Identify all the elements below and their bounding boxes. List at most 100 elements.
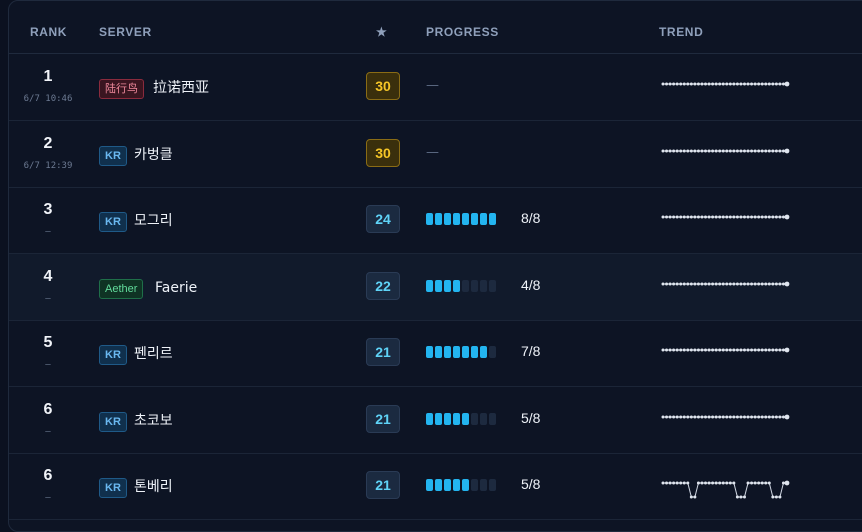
trend-point: [668, 415, 672, 418]
progress-segment: [435, 279, 442, 292]
trend-point: [728, 282, 732, 285]
progress-segment: [462, 346, 469, 358]
trend-point: [774, 82, 778, 86]
trend-point: [784, 214, 790, 220]
trend-point: [739, 82, 743, 86]
trend-point: [725, 348, 729, 352]
table-row[interactable]: 3 — KR 모그리 24 8/8: [9, 187, 862, 254]
trend-point: [668, 282, 672, 285]
trend-point: [679, 415, 683, 418]
trend-point: [661, 415, 665, 418]
trend-point: [732, 348, 736, 352]
trend-point: [767, 481, 771, 485]
trend-point: [686, 215, 690, 219]
trend-point: [718, 149, 722, 152]
server-name[interactable]: 카벙클: [134, 146, 173, 164]
trend-point: [778, 415, 782, 418]
trend-point: [686, 481, 690, 485]
trend-point: [696, 82, 700, 86]
trend-point: [735, 82, 739, 86]
trend-point: [742, 215, 746, 219]
trend-point: [714, 82, 718, 86]
rank-subtext: 6/7 12:39: [23, 160, 73, 171]
trend-point: [728, 149, 732, 152]
score-badge: 21: [366, 404, 400, 433]
rank-header[interactable]: RANK: [30, 25, 67, 39]
trend-point: [693, 149, 697, 152]
progress-segment: [453, 479, 460, 491]
trend-point: [668, 82, 672, 86]
trend-point: [711, 415, 715, 418]
trend-point: [753, 415, 757, 418]
trend-point: [714, 481, 718, 485]
table-row[interactable]: 6 — KR 초코보 21 5/8: [9, 387, 862, 454]
table-row[interactable]: 1 6/7 10:46 陆行鸟 拉诺西亚 30 —: [9, 54, 862, 121]
trend-point: [739, 282, 743, 285]
trend-point: [774, 215, 778, 219]
trend-point: [711, 481, 715, 485]
progress-segment: [462, 279, 469, 292]
server-name[interactable]: 초코보: [134, 412, 173, 430]
progress-segment: [489, 412, 496, 425]
trend-header[interactable]: TREND: [659, 25, 703, 39]
progress-segment: [462, 479, 469, 491]
trend-point: [760, 282, 764, 285]
table-row[interactable]: 5 — KR 펜리르 21 7/8: [9, 320, 862, 387]
trend-point: [767, 149, 771, 152]
rank-number: 3: [43, 201, 53, 218]
trend-point: [746, 282, 750, 285]
table-row[interactable]: 4 — Aether Faerie 22 4/8: [9, 253, 862, 321]
trend-point: [746, 215, 750, 219]
region-tag: KR: [99, 478, 127, 498]
trend-point: [771, 495, 775, 499]
rank-number: 6: [43, 467, 53, 484]
trend-point: [767, 348, 771, 352]
server-name[interactable]: 모그리: [134, 212, 173, 230]
trend-point: [679, 215, 683, 219]
trend-point: [784, 480, 790, 486]
table-row[interactable]: 2 6/7 12:39 KR 카벙클 30 —: [9, 121, 862, 188]
trend-point: [750, 348, 754, 352]
progress-segment: [435, 479, 442, 491]
server-name[interactable]: 톤베리: [134, 478, 173, 496]
progress-header[interactable]: PROGRESS: [426, 25, 499, 39]
progress-bar: [426, 412, 498, 426]
trend-point: [696, 348, 700, 352]
trend-point: [711, 348, 715, 352]
table-row[interactable]: 6 — KR 톤베리 21 5/8: [9, 453, 862, 520]
trend-point: [679, 282, 683, 285]
trend-point: [721, 348, 725, 352]
trend-point: [725, 415, 729, 418]
server-name[interactable]: 펜리르: [134, 345, 173, 363]
trend-point: [778, 82, 782, 86]
trend-point: [750, 282, 754, 285]
server-name[interactable]: Faerie: [155, 279, 197, 297]
trend-point: [750, 481, 754, 485]
trend-point: [757, 481, 761, 485]
trend-point: [689, 215, 693, 219]
trend-point: [742, 82, 746, 86]
trend-sparkline: [661, 281, 790, 286]
trend-point: [784, 281, 790, 286]
trend-point: [682, 348, 686, 352]
trend-point: [661, 282, 665, 285]
trend-point: [735, 282, 739, 285]
progress-segment: [489, 279, 496, 292]
server-name[interactable]: 拉诺西亚: [153, 79, 209, 97]
trend-point: [704, 282, 708, 285]
trend-point: [714, 215, 718, 219]
star-header-icon[interactable]: ★: [376, 25, 387, 39]
progress-segment: [471, 479, 478, 491]
score-badge: 22: [366, 271, 400, 300]
trend-point: [764, 82, 768, 86]
server-header[interactable]: SERVER: [99, 25, 152, 39]
trend-point: [672, 149, 676, 152]
trend-point: [757, 215, 761, 219]
trend-point: [784, 414, 790, 419]
trend-point: [781, 481, 785, 485]
score-badge: 21: [366, 471, 400, 499]
trend-sparkline: [661, 414, 790, 419]
trend-point: [665, 282, 669, 285]
trend-point: [672, 481, 676, 485]
trend-point: [728, 82, 732, 86]
